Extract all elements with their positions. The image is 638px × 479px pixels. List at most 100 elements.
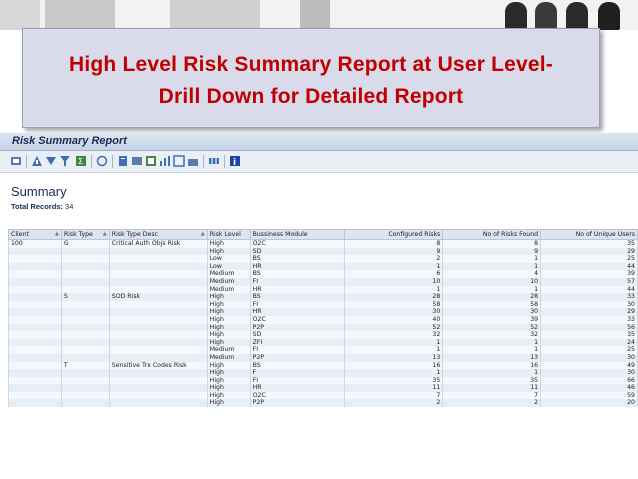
cell-configured-risks[interactable]: 2 <box>344 399 444 408</box>
cell-risk-level[interactable]: Low <box>206 255 251 263</box>
cell-risk-type-desc[interactable] <box>108 277 208 286</box>
column-header-risk-type-desc[interactable]: Risk Type Desc ▲ <box>108 229 208 240</box>
cell-unique-users[interactable]: 49 <box>540 361 638 370</box>
cell-client[interactable] <box>8 384 62 392</box>
chart-icon[interactable] <box>187 155 199 167</box>
cell-business-module[interactable]: HR <box>249 262 346 271</box>
cell-risks-found[interactable]: 7 <box>442 391 542 400</box>
cell-risk-type-desc[interactable] <box>108 323 208 332</box>
cell-client[interactable] <box>8 293 62 301</box>
cell-risks-found[interactable]: 13 <box>442 353 542 362</box>
cell-risk-type[interactable] <box>60 323 110 332</box>
cell-risk-type-desc[interactable] <box>108 391 208 400</box>
cell-risks-found[interactable]: 11 <box>442 384 542 392</box>
table-row[interactable]: Medium FI 10 10 57 <box>8 277 638 286</box>
info-icon[interactable]: i <box>229 155 241 167</box>
table-row[interactable]: Low BS 2 1 25 <box>8 255 638 263</box>
cell-client[interactable]: 100 <box>8 239 62 248</box>
cell-risk-type[interactable]: T <box>60 361 110 370</box>
cell-unique-users[interactable]: 33 <box>540 315 638 324</box>
cell-configured-risks[interactable]: 52 <box>344 323 444 332</box>
graph-icon[interactable] <box>159 155 171 167</box>
table-row[interactable]: High FI 35 35 66 <box>8 376 638 385</box>
cell-risk-type[interactable] <box>60 247 110 256</box>
cell-risk-level[interactable]: High <box>206 308 251 316</box>
cell-client[interactable] <box>8 399 62 408</box>
cell-risks-found[interactable]: 1 <box>442 285 542 294</box>
cell-risk-type-desc[interactable] <box>108 399 208 408</box>
cell-risk-level[interactable]: High <box>206 300 251 309</box>
cell-risk-type-desc[interactable] <box>108 384 208 392</box>
cell-business-module[interactable]: O2C <box>249 315 346 324</box>
cell-unique-users[interactable]: 33 <box>540 293 638 301</box>
cell-configured-risks[interactable]: 35 <box>344 376 444 385</box>
refresh-icon[interactable] <box>10 155 22 167</box>
cell-unique-users[interactable]: 25 <box>540 255 638 263</box>
cell-risks-found[interactable]: 28 <box>442 293 542 301</box>
cell-risk-type[interactable] <box>60 399 110 408</box>
cell-unique-users[interactable]: 66 <box>540 376 638 385</box>
cell-configured-risks[interactable]: 16 <box>344 361 444 370</box>
cell-business-module[interactable]: HR <box>249 308 346 316</box>
cell-business-module[interactable]: O2C <box>249 391 346 400</box>
grid-icon[interactable] <box>208 155 220 167</box>
table-row[interactable]: High FI 58 58 30 <box>8 300 638 309</box>
cell-unique-users[interactable]: 44 <box>540 262 638 271</box>
column-header-risks-found[interactable]: No of Risks Found <box>442 229 542 240</box>
column-header-risk-type[interactable]: Risk Type ▲ <box>60 229 110 240</box>
view-icon[interactable] <box>131 155 143 167</box>
cell-risk-level[interactable]: High <box>206 247 251 256</box>
cell-client[interactable] <box>8 247 62 256</box>
table-row[interactable]: 100 G Critical Auth Objs Risk High O2C 8 8 35 <box>8 239 638 248</box>
filter-icon[interactable] <box>59 155 71 167</box>
cell-risk-type[interactable] <box>60 285 110 294</box>
cell-client[interactable] <box>8 300 62 309</box>
cell-business-module[interactable]: O2C <box>249 239 346 248</box>
cell-risk-type[interactable] <box>60 338 110 347</box>
cell-business-module[interactable]: P2P <box>249 353 346 362</box>
cell-risks-found[interactable]: 10 <box>442 277 542 286</box>
cell-client[interactable] <box>8 255 62 263</box>
cell-risk-level[interactable]: High <box>206 376 251 385</box>
cell-client[interactable] <box>8 331 62 339</box>
cell-risk-type[interactable] <box>60 300 110 309</box>
cell-client[interactable] <box>8 376 62 385</box>
cell-unique-users[interactable]: 20 <box>540 399 638 408</box>
cell-risk-type[interactable] <box>60 376 110 385</box>
cell-configured-risks[interactable]: 1 <box>344 338 444 347</box>
cell-business-module[interactable]: BS <box>249 270 346 278</box>
cell-risk-type-desc[interactable] <box>108 346 208 354</box>
cell-risk-level[interactable]: Medium <box>206 346 251 354</box>
cell-business-module[interactable]: BS <box>249 293 346 301</box>
cell-risk-type-desc[interactable] <box>108 300 208 309</box>
cell-client[interactable] <box>8 369 62 377</box>
cell-risk-level[interactable]: High <box>206 239 251 248</box>
detail-icon[interactable] <box>31 155 43 167</box>
cell-unique-users[interactable]: 57 <box>540 277 638 286</box>
cell-risk-type[interactable] <box>60 391 110 400</box>
cell-risks-found[interactable]: 35 <box>442 376 542 385</box>
column-header-unique-users[interactable]: No of Unique Users <box>540 229 638 240</box>
cell-business-module[interactable]: SD <box>249 247 346 256</box>
cell-risk-level[interactable]: Medium <box>206 277 251 286</box>
cell-configured-risks[interactable]: 32 <box>344 331 444 339</box>
cell-risk-level[interactable]: High <box>206 293 251 301</box>
cell-risk-type[interactable]: S <box>60 293 110 301</box>
table-row[interactable]: Medium BS 6 4 39 <box>8 270 638 278</box>
cell-configured-risks[interactable]: 10 <box>344 277 444 286</box>
cell-unique-users[interactable]: 24 <box>540 338 638 347</box>
cell-risk-level[interactable]: High <box>206 315 251 324</box>
cell-client[interactable] <box>8 361 62 370</box>
cell-unique-users[interactable]: 35 <box>540 331 638 339</box>
cell-business-module[interactable]: HR <box>249 285 346 294</box>
cell-client[interactable] <box>8 262 62 271</box>
cell-risks-found[interactable]: 39 <box>442 315 542 324</box>
cell-risk-type[interactable] <box>60 384 110 392</box>
cell-client[interactable] <box>8 315 62 324</box>
cell-unique-users[interactable]: 29 <box>540 247 638 256</box>
cell-business-module[interactable]: F <box>249 369 346 377</box>
table-row[interactable]: Low HR 1 1 44 <box>8 262 638 271</box>
cell-risk-type-desc[interactable] <box>108 285 208 294</box>
cell-configured-risks[interactable]: 6 <box>344 270 444 278</box>
cell-risks-found[interactable]: 8 <box>442 239 542 248</box>
